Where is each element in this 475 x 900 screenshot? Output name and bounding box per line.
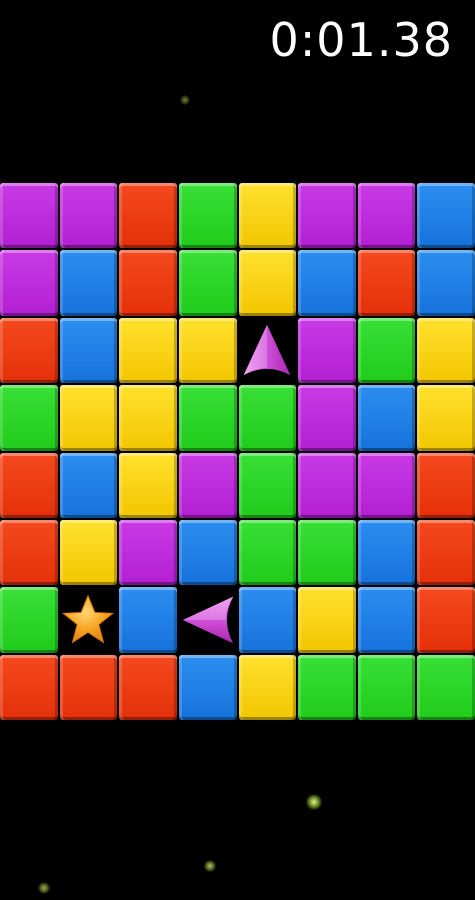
purple-tile[interactable] [119,519,177,586]
red-tile[interactable] [0,519,58,586]
purple-tile[interactable] [357,452,416,518]
elapsed-timer: 0:01.38 [269,13,453,67]
blue-tile[interactable] [178,654,237,720]
blue-tile[interactable] [59,317,118,384]
yellow-tile[interactable] [417,317,475,384]
purple-tile[interactable] [178,452,237,518]
background-sparkle [180,95,190,105]
special-tile[interactable] [59,587,118,653]
red-tile[interactable] [417,519,475,586]
green-tile[interactable] [298,654,356,720]
red-tile[interactable] [119,250,177,316]
purple-tile[interactable] [0,250,58,316]
yellow-tile[interactable] [238,654,297,720]
yellow-tile[interactable] [119,452,177,518]
green-tile[interactable] [0,385,58,451]
purple-tile[interactable] [59,183,118,249]
blue-tile[interactable] [357,587,416,653]
red-tile[interactable] [0,452,58,518]
blue-tile[interactable] [298,250,356,316]
blue-tile[interactable] [357,519,416,586]
green-tile[interactable] [238,452,297,518]
blue-tile[interactable] [178,519,237,586]
special-tile[interactable] [178,587,237,653]
yellow-tile[interactable] [119,385,177,451]
red-tile[interactable] [0,317,58,384]
red-tile[interactable] [357,250,416,316]
red-tile[interactable] [0,654,58,720]
game-board [0,183,475,720]
green-tile[interactable] [178,183,237,249]
green-tile[interactable] [357,317,416,384]
green-tile[interactable] [298,519,356,586]
yellow-tile[interactable] [238,183,297,249]
yellow-tile[interactable] [238,250,297,316]
purple-tile[interactable] [298,385,356,451]
green-tile[interactable] [178,250,237,316]
yellow-tile[interactable] [417,385,475,451]
red-tile[interactable] [119,183,177,249]
game-screen: 0:01.38 [0,0,475,900]
blue-tile[interactable] [238,587,297,653]
arrow-up-icon [243,325,291,376]
blue-tile[interactable] [417,183,475,249]
blue-tile[interactable] [59,452,118,518]
red-tile[interactable] [119,654,177,720]
green-tile[interactable] [238,519,297,586]
arrow-left-icon [182,596,233,644]
yellow-tile[interactable] [298,587,356,653]
red-tile[interactable] [417,452,475,518]
red-tile[interactable] [59,654,118,720]
background-sparkle [204,860,216,872]
yellow-tile[interactable] [178,317,237,384]
green-tile[interactable] [417,654,475,720]
green-tile[interactable] [357,654,416,720]
yellow-tile[interactable] [59,385,118,451]
blue-tile[interactable] [119,587,177,653]
blue-tile[interactable] [417,250,475,316]
blue-tile[interactable] [59,250,118,316]
special-tile[interactable] [238,317,297,384]
green-tile[interactable] [238,385,297,451]
green-tile[interactable] [178,385,237,451]
yellow-tile[interactable] [59,519,118,586]
star-icon [62,594,115,644]
green-tile[interactable] [0,587,58,653]
red-tile[interactable] [417,587,475,653]
background-sparkle [38,882,50,894]
blue-tile[interactable] [357,385,416,451]
purple-tile[interactable] [298,317,356,384]
purple-tile[interactable] [0,183,58,249]
purple-tile[interactable] [298,452,356,518]
yellow-tile[interactable] [119,317,177,384]
background-sparkle [306,794,322,810]
purple-tile[interactable] [298,183,356,249]
purple-tile[interactable] [357,183,416,249]
